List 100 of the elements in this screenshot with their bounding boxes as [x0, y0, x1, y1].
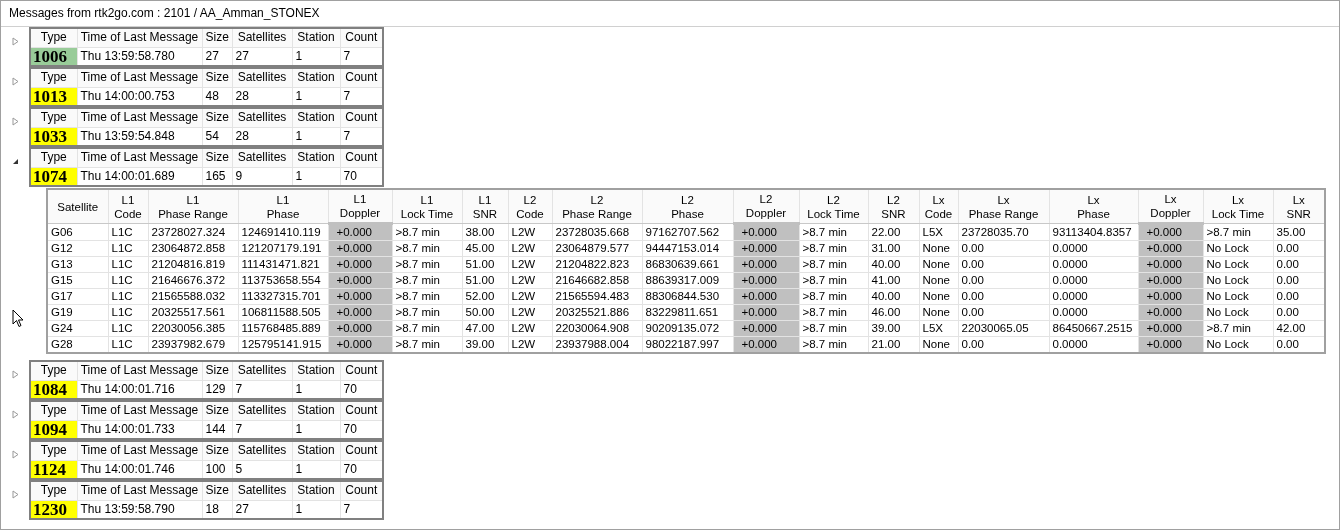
table-cell: 115768485.889	[238, 320, 328, 337]
table-cell: 20325517.561	[148, 304, 238, 321]
table-cell: 23064879.577	[552, 240, 642, 257]
column-header: L1 Lock Time	[392, 189, 462, 224]
table-cell: 121207179.191	[238, 240, 328, 257]
table-cell: >8.7 min	[392, 320, 462, 337]
table-cell: L1C	[108, 240, 148, 257]
table-cell: 5	[232, 460, 292, 479]
table-cell: 21204816.819	[148, 256, 238, 273]
table-cell: L2W	[508, 304, 552, 321]
column-header: Size	[202, 108, 232, 127]
column-header: Satellites	[232, 441, 292, 460]
column-header: Count	[340, 441, 383, 460]
table-cell: 0.00	[1273, 288, 1325, 305]
table-cell: 106811588.505	[238, 304, 328, 321]
table-cell: 0.0000	[1049, 304, 1138, 321]
table-cell: L1C	[108, 336, 148, 353]
table-cell: 113753658.554	[238, 272, 328, 289]
table-cell: 7	[340, 87, 383, 106]
table-cell: 0.00	[1273, 240, 1325, 257]
table-cell: 0.00	[1273, 336, 1325, 353]
table-cell: L5X	[919, 223, 958, 241]
column-header: Satellites	[232, 361, 292, 380]
column-header: Satellite	[47, 189, 108, 224]
table-cell: 7	[232, 420, 292, 439]
table-cell: 113327315.701	[238, 288, 328, 305]
table-cell: L2W	[508, 223, 552, 241]
table-cell: 0.00	[958, 288, 1049, 305]
table-cell: No Lock	[1203, 336, 1273, 353]
column-header: L2 Code	[508, 189, 552, 224]
table-cell: 0.00	[958, 336, 1049, 353]
table-cell: 70	[340, 420, 383, 439]
table-cell: L1C	[108, 304, 148, 321]
column-header: Size	[202, 401, 232, 420]
column-header: L1 Phase Range	[148, 189, 238, 224]
table-cell: 51.00	[462, 272, 508, 289]
table-cell: 39.00	[868, 320, 919, 337]
table-cell: 40.00	[868, 256, 919, 273]
table-cell: >8.7 min	[799, 320, 868, 337]
table-cell: 1	[292, 460, 340, 479]
column-header: Satellites	[232, 148, 292, 167]
table-cell: 1	[292, 500, 340, 519]
table-cell: 111431471.821	[238, 256, 328, 273]
column-header: Station	[292, 361, 340, 380]
table-cell: 21565588.032	[148, 288, 238, 305]
table-cell: 23728027.324	[148, 223, 238, 241]
table-cell: L5X	[919, 320, 958, 337]
table-cell: G28	[47, 336, 108, 353]
table-cell: L1C	[108, 256, 148, 273]
table-cell: L2W	[508, 272, 552, 289]
table-cell: G15	[47, 272, 108, 289]
column-header: Station	[292, 68, 340, 87]
table-cell: 0.0000	[1049, 336, 1138, 353]
table-cell: No Lock	[1203, 240, 1273, 257]
table-cell: G13	[47, 256, 108, 273]
type-cell: 1230	[30, 500, 77, 519]
table-cell: 0.00	[958, 272, 1049, 289]
column-header: L2 Lock Time	[799, 189, 868, 224]
table-cell: 42.00	[1273, 320, 1325, 337]
column-header: Size	[202, 148, 232, 167]
table-cell: None	[919, 288, 958, 305]
table-cell: 23937988.004	[552, 336, 642, 353]
column-header: Size	[202, 441, 232, 460]
table-cell: 88639317.009	[642, 272, 733, 289]
column-header: Size	[202, 481, 232, 500]
column-header: Time of Last Message	[77, 108, 202, 127]
table-cell: >8.7 min	[392, 304, 462, 321]
table-cell: None	[919, 240, 958, 257]
table-cell: 100	[202, 460, 232, 479]
table-cell: 70	[340, 167, 383, 186]
column-header: Size	[202, 361, 232, 380]
column-header: Satellites	[232, 108, 292, 127]
table-cell: 7	[340, 127, 383, 146]
table-cell: Thu 13:59:54.848	[77, 127, 202, 146]
table-cell: 1	[292, 47, 340, 66]
column-header: Type	[30, 401, 77, 420]
table-cell: 1	[292, 380, 340, 399]
column-header: Type	[30, 148, 77, 167]
column-header: Satellites	[232, 28, 292, 47]
type-cell: 1033	[30, 127, 77, 146]
table-cell: >8.7 min	[1203, 320, 1273, 337]
column-header: Count	[340, 361, 383, 380]
table-cell: 28	[232, 87, 292, 106]
table-cell: 50.00	[462, 304, 508, 321]
table-cell: No Lock	[1203, 304, 1273, 321]
table-cell: 7	[340, 47, 383, 66]
table-cell: 1	[292, 167, 340, 186]
table-cell: >8.7 min	[799, 256, 868, 273]
table-cell: 0.00	[958, 304, 1049, 321]
column-header: Satellites	[232, 68, 292, 87]
table-cell: Thu 14:00:01.733	[77, 420, 202, 439]
column-header: Lx Phase Range	[958, 189, 1049, 224]
table-cell: 21204822.823	[552, 256, 642, 273]
table-cell: Thu 14:00:01.746	[77, 460, 202, 479]
column-header: Lx SNR	[1273, 189, 1325, 224]
column-header: Type	[30, 68, 77, 87]
table-cell: 7	[232, 380, 292, 399]
table-cell: >8.7 min	[799, 336, 868, 353]
table-cell: >8.7 min	[392, 256, 462, 273]
table-cell: 86830639.661	[642, 256, 733, 273]
